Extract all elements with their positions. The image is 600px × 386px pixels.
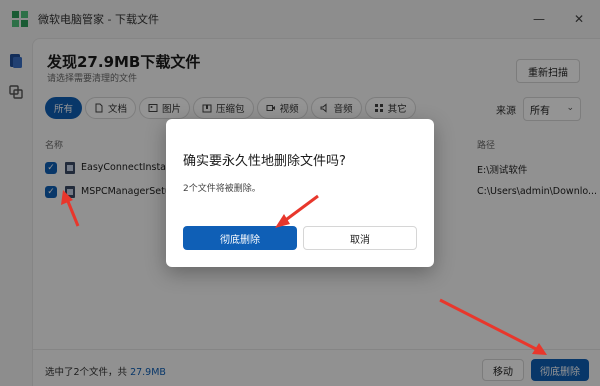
dialog-cancel-button[interactable]: 取消: [303, 226, 417, 250]
confirm-delete-dialog: 确实要永久性地删除文件吗? 2个文件将被删除。 彻底删除 取消: [166, 119, 434, 267]
dialog-title: 确实要永久性地删除文件吗?: [183, 154, 346, 169]
dialog-description: 2个文件将被删除。: [183, 184, 261, 194]
dialog-confirm-delete-button[interactable]: 彻底删除: [183, 226, 297, 250]
